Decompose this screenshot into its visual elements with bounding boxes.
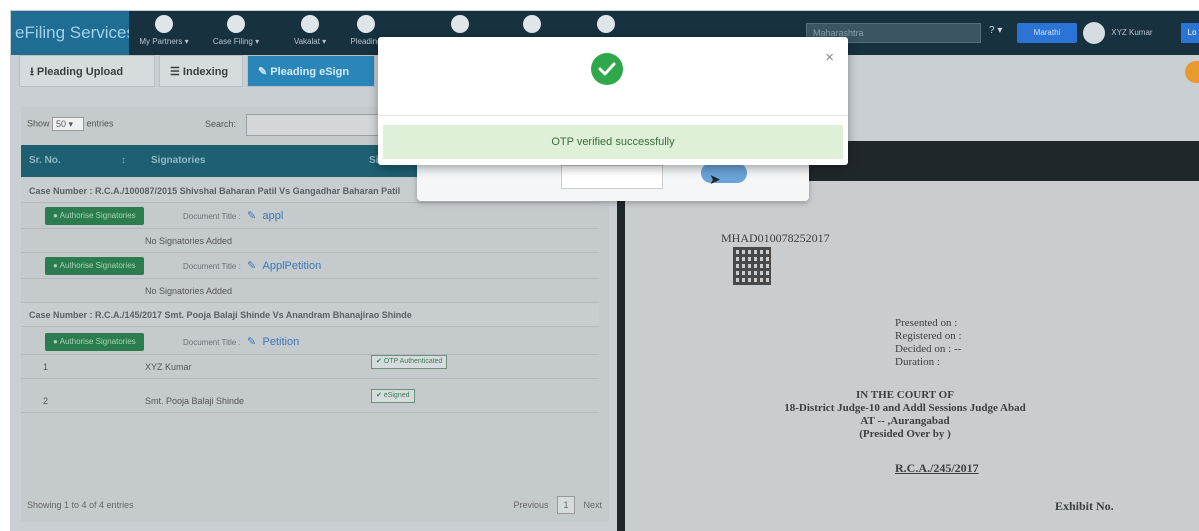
registered-on: Registered on :	[895, 330, 962, 342]
authorise-signatories-button[interactable]: ● Authorise Signatories	[45, 333, 144, 351]
success-alert: OTP verified successfully	[383, 125, 843, 159]
document-row: ● Authorise Signatories Document Title :…	[21, 253, 599, 279]
otp-input[interactable]	[561, 165, 663, 189]
nav-icon	[523, 15, 541, 33]
court-line: 18-District Judge-10 and Addl Sessions J…	[784, 402, 1026, 414]
document-row: ● Authorise Signatories Document Title :…	[21, 329, 599, 355]
edit-icon[interactable]: ✎	[247, 210, 256, 222]
court-line: IN THE COURT OF	[856, 389, 954, 401]
nav-my-partners[interactable]: My Partners ▾	[129, 15, 199, 46]
case-number: R.C.A./245/2017	[895, 461, 979, 475]
search-label: Search:	[205, 119, 237, 129]
edit-icon[interactable]: ✎	[247, 260, 256, 272]
app-window: eFiling Services My Partners ▾ Case Fili…	[10, 10, 1199, 531]
header-signatories[interactable]: Signatories	[151, 145, 205, 177]
language-button[interactable]: Marathi	[1017, 23, 1077, 43]
nav-my-partners-label: My Partners ▾	[139, 37, 189, 46]
court-line: (Presided Over by )	[859, 428, 951, 440]
close-icon[interactable]: ×	[825, 49, 834, 66]
page-button[interactable]: 1	[556, 496, 575, 514]
case-filing-icon	[227, 15, 245, 33]
vakalat-icon	[301, 15, 319, 33]
document-title: Document Title : ✎ appl	[183, 203, 283, 230]
check-circle-icon	[591, 53, 623, 85]
previous-button[interactable]: Previous	[513, 500, 548, 510]
document-title-label: Document Title :	[183, 338, 241, 347]
pagination: Previous 1 Next	[513, 495, 602, 515]
success-modal: × OTP verified successfully	[378, 37, 848, 165]
document-page: MHAD010078252017 Presented on : Register…	[625, 181, 1199, 531]
status-badge: ✔ eSigned	[371, 389, 415, 403]
case-dates: Presented on : Registered on : Decided o…	[895, 317, 962, 369]
search-input[interactable]	[246, 114, 396, 136]
document-title: Document Title : ✎ ApplPetition	[183, 253, 321, 280]
mouse-cursor-icon: ➤	[709, 171, 721, 187]
next-button[interactable]: Next	[583, 500, 602, 510]
cnr-number: MHAD010078252017	[721, 231, 830, 245]
nav-pleading-label: Pleading	[350, 37, 382, 46]
nav-case-filing[interactable]: Case Filing ▾	[201, 15, 271, 46]
partners-icon	[155, 15, 173, 33]
verify-button[interactable]	[701, 163, 747, 183]
tab-pleading-esign[interactable]: ✎ Pleading eSign	[247, 55, 375, 87]
document-row: ● Authorise Signatories Document Title :…	[21, 203, 599, 229]
table-row: 2 Smt. Pooja Balaji Shinde ✔ eSigned	[21, 389, 599, 413]
otp-dialog	[417, 161, 809, 201]
sr-no-cell: 1	[43, 362, 49, 372]
document-title-label: Document Title :	[183, 262, 241, 271]
authorise-signatories-button[interactable]: ● Authorise Signatories	[45, 207, 144, 225]
case-row: Case Number : R.C.A./145/2017 Smt. Pooja…	[21, 303, 599, 327]
document-link[interactable]: appl	[263, 210, 284, 222]
document-title: Document Title : ✎ Petition	[183, 329, 299, 356]
table-row: No Signatories Added	[21, 229, 599, 253]
signatory-name: XYZ Kumar	[145, 362, 192, 372]
nav-vakalat-label: Vakalat ▾	[293, 37, 327, 46]
sr-no-cell: 2	[43, 396, 49, 406]
tab-indexing[interactable]: ☰ Indexing	[159, 55, 243, 87]
document-link[interactable]: Petition	[263, 336, 300, 348]
help-menu[interactable]: ? ▾	[989, 25, 1002, 36]
brand-logo[interactable]: eFiling Services	[11, 11, 129, 55]
authorise-signatories-button[interactable]: ● Authorise Signatories	[45, 257, 144, 275]
table-footer: Showing 1 to 4 of 4 entries Previous 1 N…	[27, 495, 602, 515]
nav-item-6[interactable]	[497, 15, 567, 37]
status-badge: ✔ OTP Authenticated	[371, 355, 448, 369]
table-row: No Signatories Added	[21, 279, 599, 303]
sort-icon[interactable]: ↕	[121, 145, 126, 177]
qr-code-icon	[733, 247, 771, 285]
court-line: AT -- ,Aurangabad	[860, 415, 950, 427]
duration: Duration :	[895, 356, 940, 368]
document-link[interactable]: ApplPetition	[263, 260, 322, 272]
signatory-name: Smt. Pooja Balaji Shinde	[145, 396, 245, 406]
edit-icon[interactable]: ✎	[247, 336, 256, 348]
nav-icon	[597, 15, 615, 33]
show-entries: Show 50 ▾ entries	[27, 117, 114, 131]
nav-case-filing-label: Case Filing ▾	[212, 37, 260, 46]
user-name: XYZ Kumar	[1111, 28, 1153, 37]
header-sr-no[interactable]: Sr. No.	[29, 145, 61, 177]
decided-on: Decided on : --	[895, 343, 962, 355]
presented-on: Presented on :	[895, 317, 958, 329]
nav-icon	[451, 15, 469, 33]
table-row: 1 XYZ Kumar ✔ OTP Authenticated	[21, 355, 599, 379]
nav-item-5[interactable]	[425, 15, 495, 37]
exhibit-label: Exhibit No.	[1055, 499, 1114, 513]
pleading-icon	[357, 15, 375, 33]
user-menu[interactable]: XYZ Kumar	[1083, 21, 1153, 45]
show-label: Show	[27, 118, 50, 129]
entries-select[interactable]: 50 ▾	[52, 117, 85, 131]
no-signatories-text: No Signatories Added	[145, 286, 233, 296]
divider	[378, 115, 848, 116]
tab-pleading-upload[interactable]: ⭳ Pleading Upload	[19, 55, 155, 87]
no-signatories-text: No Signatories Added	[145, 236, 233, 246]
court-heading: IN THE COURT OF 18-District Judge-10 and…	[625, 389, 1185, 441]
nav-item-7[interactable]	[571, 15, 641, 37]
showing-entries-text: Showing 1 to 4 of 4 entries	[27, 500, 134, 510]
logout-button[interactable]: Lo	[1181, 23, 1199, 43]
entries-label: entries	[86, 118, 114, 129]
avatar	[1083, 21, 1105, 44]
document-title-label: Document Title :	[183, 212, 241, 221]
